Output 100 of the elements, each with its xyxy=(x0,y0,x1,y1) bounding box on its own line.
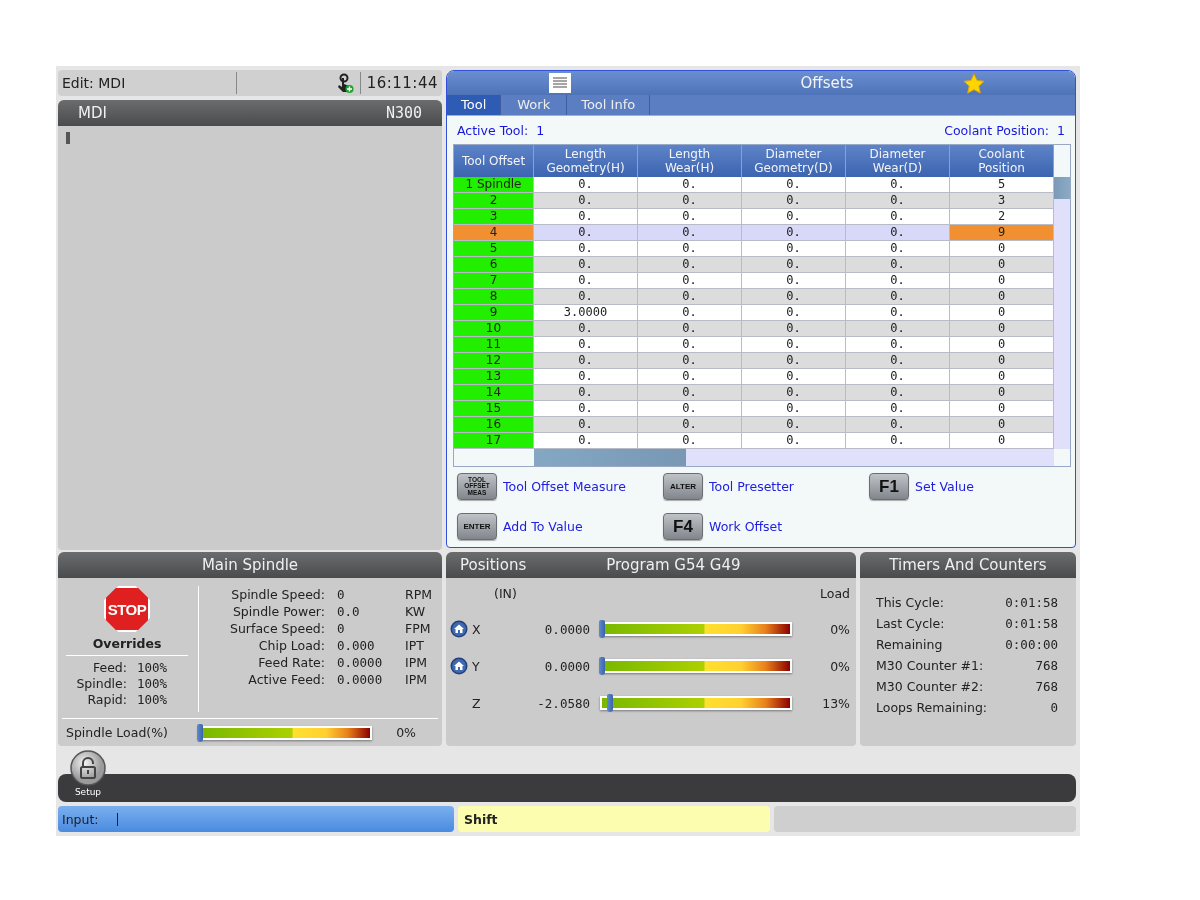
tab[interactable]: Tool Info xyxy=(567,95,651,115)
table-cell[interactable]: 0. xyxy=(742,337,846,353)
table-cell[interactable]: 0. xyxy=(742,193,846,209)
table-cell[interactable]: 0. xyxy=(846,177,950,193)
table-cell[interactable]: 0. xyxy=(638,385,742,401)
table-cell[interactable]: 0. xyxy=(534,241,638,257)
table-cell[interactable]: 0. xyxy=(846,289,950,305)
table-cell[interactable]: 0. xyxy=(534,337,638,353)
table-cell[interactable]: 0. xyxy=(846,273,950,289)
table-cell[interactable]: 0. xyxy=(742,417,846,433)
table-cell[interactable]: 0 xyxy=(950,433,1054,449)
table-cell[interactable]: 0. xyxy=(638,369,742,385)
table-cell[interactable]: 0. xyxy=(742,385,846,401)
table-cell[interactable]: 0. xyxy=(638,321,742,337)
table-cell[interactable]: 0. xyxy=(638,209,742,225)
tab[interactable]: Work xyxy=(501,95,568,115)
table-cell[interactable]: 12 xyxy=(454,353,534,369)
table-cell[interactable]: 2 xyxy=(950,209,1054,225)
scrollbar-track[interactable] xyxy=(534,449,1054,466)
table-cell[interactable]: 0. xyxy=(638,273,742,289)
table-cell[interactable]: 5 xyxy=(950,177,1054,193)
key-button[interactable]: F1 xyxy=(869,473,909,500)
table-cell[interactable]: 0. xyxy=(742,321,846,337)
table-cell[interactable]: 0. xyxy=(846,305,950,321)
table-cell[interactable]: 0. xyxy=(846,433,950,449)
table-cell[interactable]: 10 xyxy=(454,321,534,337)
action-label[interactable]: Set Value xyxy=(915,479,974,494)
table-cell[interactable]: 0 xyxy=(950,337,1054,353)
table-cell[interactable]: 0 xyxy=(950,273,1054,289)
table-cell[interactable]: 0. xyxy=(534,353,638,369)
table-cell[interactable]: 0. xyxy=(742,353,846,369)
input-field[interactable]: Input: xyxy=(58,806,454,832)
table-cell[interactable]: 0. xyxy=(638,257,742,273)
table-cell[interactable]: 0. xyxy=(534,273,638,289)
table-cell[interactable]: 0 xyxy=(950,385,1054,401)
action-label[interactable]: Work Offset xyxy=(709,519,783,534)
table-cell[interactable]: 0. xyxy=(846,225,950,241)
table-cell[interactable]: 0 xyxy=(950,257,1054,273)
table-cell[interactable]: 0. xyxy=(742,257,846,273)
table-cell[interactable]: 0 xyxy=(950,369,1054,385)
table-cell[interactable]: 0. xyxy=(742,209,846,225)
table-cell[interactable]: 0. xyxy=(534,193,638,209)
table-cell[interactable]: 17 xyxy=(454,433,534,449)
table-cell[interactable]: 4 xyxy=(454,225,534,241)
table-cell[interactable]: 0. xyxy=(638,193,742,209)
action-label[interactable]: Tool Offset Measure xyxy=(503,479,626,494)
table-cell[interactable]: 9 xyxy=(454,305,534,321)
table-cell[interactable]: 0. xyxy=(638,289,742,305)
table-cell[interactable]: 0. xyxy=(742,241,846,257)
table-cell[interactable]: 6 xyxy=(454,257,534,273)
table-cell[interactable]: 0 xyxy=(950,417,1054,433)
table-cell[interactable]: 13 xyxy=(454,369,534,385)
table-cell[interactable]: 8 xyxy=(454,289,534,305)
table-cell[interactable]: 0. xyxy=(846,257,950,273)
key-button[interactable]: ALTER xyxy=(663,473,703,500)
table-cell[interactable]: 0. xyxy=(638,417,742,433)
table-cell[interactable]: 0. xyxy=(534,177,638,193)
action-label[interactable]: Add To Value xyxy=(503,519,583,534)
table-cell[interactable]: 0 xyxy=(950,305,1054,321)
table-cell[interactable]: 0. xyxy=(638,225,742,241)
table-cell[interactable]: 3 xyxy=(950,193,1054,209)
table-cell[interactable]: 0. xyxy=(638,241,742,257)
action-label[interactable]: Tool Presetter xyxy=(709,479,794,494)
setup-button[interactable]: Setup xyxy=(70,750,106,797)
tab[interactable]: Tool xyxy=(447,95,502,115)
table-cell[interactable]: 3 xyxy=(454,209,534,225)
table-cell[interactable]: 0. xyxy=(638,433,742,449)
table-cell[interactable]: 0. xyxy=(846,401,950,417)
table-cell[interactable]: 14 xyxy=(454,385,534,401)
table-cell[interactable]: 0. xyxy=(846,417,950,433)
key-button[interactable]: F4 xyxy=(663,513,703,540)
table-cell[interactable]: 0. xyxy=(534,369,638,385)
table-cell[interactable]: 0. xyxy=(534,321,638,337)
table-cell[interactable]: 0. xyxy=(534,257,638,273)
table-cell[interactable]: 9 xyxy=(950,225,1054,241)
key-button[interactable]: ENTER xyxy=(457,513,497,540)
table-cell[interactable]: 0. xyxy=(534,225,638,241)
table-cell[interactable]: 3.0000 xyxy=(534,305,638,321)
table-cell[interactable]: 0. xyxy=(534,433,638,449)
table-cell[interactable]: 5 xyxy=(454,241,534,257)
table-cell[interactable]: 0. xyxy=(534,289,638,305)
table-cell[interactable]: 0 xyxy=(950,321,1054,337)
table-cell[interactable]: 0. xyxy=(742,273,846,289)
table-cell[interactable]: 1 Spindle xyxy=(454,177,534,193)
table-cell[interactable]: 0 xyxy=(950,401,1054,417)
table-cell[interactable]: 0. xyxy=(846,353,950,369)
scrollbar-track[interactable] xyxy=(1054,177,1070,449)
table-cell[interactable]: 0. xyxy=(534,417,638,433)
table-cell[interactable]: 0. xyxy=(638,401,742,417)
table-cell[interactable]: 0. xyxy=(846,241,950,257)
table-cell[interactable]: 0. xyxy=(742,289,846,305)
table-cell[interactable]: 15 xyxy=(454,401,534,417)
table-cell[interactable]: 0. xyxy=(846,209,950,225)
table-cell[interactable]: 0. xyxy=(638,305,742,321)
table-cell[interactable]: 0. xyxy=(638,337,742,353)
table-cell[interactable]: 16 xyxy=(454,417,534,433)
table-cell[interactable]: 0. xyxy=(846,193,950,209)
table-cell[interactable]: 7 xyxy=(454,273,534,289)
table-cell[interactable]: 0. xyxy=(742,177,846,193)
table-cell[interactable]: 0. xyxy=(846,385,950,401)
